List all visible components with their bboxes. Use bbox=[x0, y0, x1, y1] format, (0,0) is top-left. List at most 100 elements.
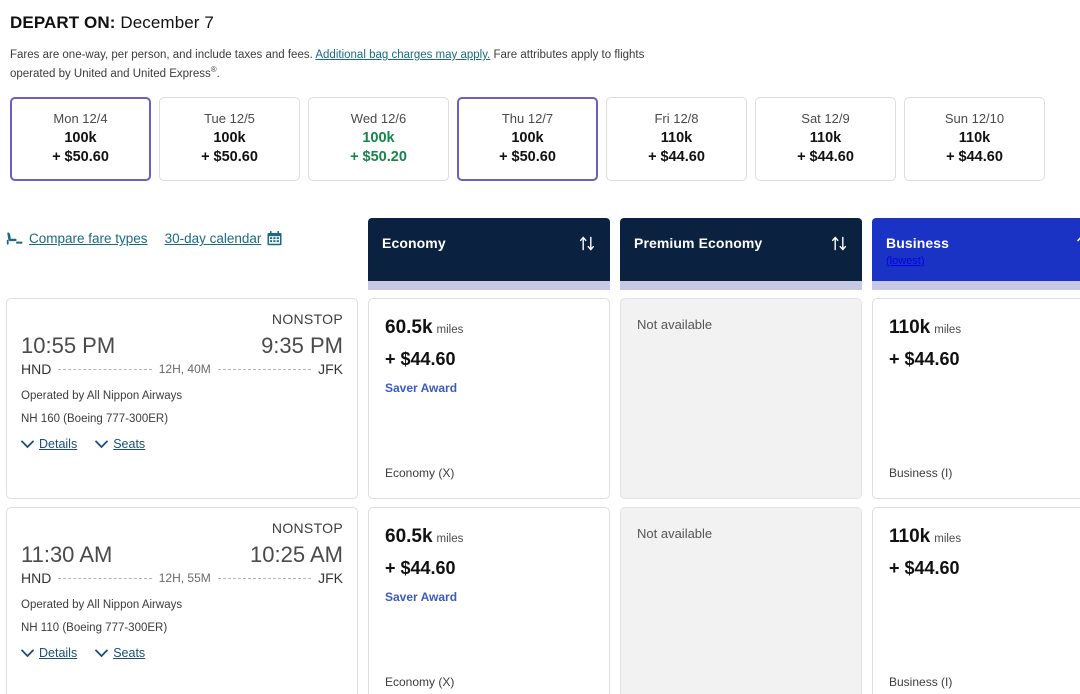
fare-miles-value: 110k bbox=[889, 526, 931, 547]
fare-disclaimer: Fares are one-way, per person, and inclu… bbox=[10, 47, 690, 82]
date-card[interactable]: Sat 12/9 110k + $44.60 bbox=[755, 97, 896, 182]
fare-cell[interactable]: 60.5k miles + $44.60 Saver Award Economy (X) bbox=[368, 507, 610, 694]
date-card[interactable]: Fri 12/8 110k + $44.60 bbox=[606, 97, 747, 182]
details-label: Details bbox=[39, 646, 78, 660]
fare-class-code: Economy (X) bbox=[385, 466, 455, 480]
fare-note-end: . bbox=[216, 67, 220, 80]
chevron-down-icon bbox=[95, 440, 109, 449]
operated-by: Operated by All Nippon Airways bbox=[21, 599, 183, 611]
date-card-cash: + $50.60 bbox=[52, 149, 109, 166]
fare-cash: + $44.60 bbox=[889, 349, 960, 369]
cabin-header-bar bbox=[620, 281, 862, 290]
seats-toggle[interactable]: Seats bbox=[95, 437, 145, 451]
date-card-day: Fri 12/8 bbox=[654, 110, 699, 126]
fare-miles-unit: miles bbox=[934, 533, 962, 545]
flight-card: NONSTOP 10:55 PM 9:35 PM HND 12H, 40M JFK Oper… bbox=[6, 298, 358, 499]
fare-cell-unavailable: Not available bbox=[620, 507, 862, 694]
sort-updown-icon[interactable] bbox=[578, 234, 597, 258]
stops-label: NONSTOP bbox=[271, 311, 343, 327]
cabin-header-economy[interactable]: Economy bbox=[368, 218, 610, 290]
fare-class-code: Economy (X) bbox=[385, 675, 455, 689]
not-available-text: Not available bbox=[637, 317, 713, 332]
operated-by: Operated by All Nippon Airways bbox=[21, 390, 183, 402]
details-toggle[interactable]: Details bbox=[21, 437, 77, 451]
date-card-day: Thu 12/7 bbox=[501, 110, 554, 126]
fare-cash: + $44.60 bbox=[385, 349, 456, 369]
cabin-header-title: Premium Economy bbox=[634, 235, 763, 251]
arrive-time: 9:35 PM bbox=[261, 333, 343, 358]
cabin-lowest-link[interactable]: (lowest) bbox=[886, 255, 1080, 267]
route-dash-right bbox=[217, 577, 312, 579]
cabin-header-premium[interactable]: Premium Economy bbox=[620, 218, 862, 290]
date-card-miles: 110k bbox=[958, 129, 991, 146]
fare-note-part-1: Fares are one-way, per person, and inclu… bbox=[10, 49, 313, 61]
date-card-day: Mon 12/4 bbox=[53, 110, 108, 126]
fare-cell[interactable]: 60.5k miles + $44.60 Saver Award Economy (X) bbox=[368, 298, 610, 499]
sort-up-icon[interactable] bbox=[1072, 234, 1080, 258]
fare-miles: 60.5k miles bbox=[385, 317, 593, 339]
fare-miles-unit: miles bbox=[436, 324, 464, 336]
not-available-text: Not available bbox=[637, 526, 713, 541]
date-card[interactable]: Mon 12/4 100k + $50.60 bbox=[10, 97, 151, 182]
fare-miles-value: 110k bbox=[889, 317, 931, 338]
page-title: DEPART ON: December 7 bbox=[4, 0, 1076, 33]
cabin-header-business[interactable]: Business (lowest) bbox=[872, 218, 1080, 290]
origin-code: HND bbox=[21, 361, 52, 377]
additional-bag-charges-link[interactable]: Additional bag charges may apply. bbox=[315, 49, 490, 61]
flight-number-equipment: NH 160 (Boeing 777-300ER) bbox=[21, 413, 169, 425]
date-card-miles: 100k bbox=[64, 129, 97, 146]
grid-corner-spacer bbox=[6, 218, 358, 290]
route-dash-left bbox=[58, 368, 152, 370]
seats-label: Seats bbox=[113, 646, 146, 660]
details-toggle[interactable]: Details bbox=[21, 646, 77, 660]
date-strip: Mon 12/4 100k + $50.60 Tue 12/5 100k + $50.60… bbox=[10, 97, 1076, 182]
date-card-cash: + $44.60 bbox=[648, 149, 705, 166]
depart-time: 10:55 PM bbox=[21, 333, 116, 358]
date-card-day: Sat 12/9 bbox=[801, 110, 850, 126]
destination-code: JFK bbox=[318, 361, 344, 377]
fare-cash: + $44.60 bbox=[385, 558, 456, 578]
seats-label: Seats bbox=[113, 437, 146, 451]
fare-cash: + $44.60 bbox=[889, 558, 960, 578]
date-card[interactable]: Wed 12/6 100k + $50.20 bbox=[308, 97, 449, 182]
fare-cell[interactable]: 110k miles + $44.60 Business (I) bbox=[872, 507, 1080, 694]
date-card[interactable]: Thu 12/7 100k + $50.60 bbox=[457, 97, 598, 182]
sort-updown-icon[interactable] bbox=[830, 234, 849, 258]
flight-duration: 12H, 40M bbox=[158, 362, 211, 376]
date-card-miles: 100k bbox=[511, 129, 544, 146]
seats-toggle[interactable]: Seats bbox=[95, 646, 145, 660]
fare-miles-unit: miles bbox=[934, 324, 962, 336]
date-card-cash: + $50.20 bbox=[350, 149, 407, 166]
fare-miles: 110k miles bbox=[889, 317, 1080, 339]
date-card[interactable]: Tue 12/5 100k + $50.60 bbox=[159, 97, 300, 182]
cabin-header-title: Economy bbox=[382, 235, 446, 251]
stops-label: NONSTOP bbox=[271, 520, 343, 536]
cabin-header-bar bbox=[368, 281, 610, 290]
date-card-cash: + $44.60 bbox=[946, 149, 1003, 166]
fare-cell-unavailable: Not available bbox=[620, 298, 862, 499]
flight-results-page: DEPART ON: December 7 Fares are one-way,… bbox=[0, 0, 1080, 694]
flight-duration: 12H, 55M bbox=[158, 571, 211, 585]
flight-number-equipment: NH 110 (Boeing 777-300ER) bbox=[21, 622, 168, 634]
flight-card: NONSTOP 11:30 AM 10:25 AM HND 12H, 55M JFK Ope… bbox=[6, 507, 358, 694]
date-card[interactable]: Sun 12/10 110k + $44.60 bbox=[904, 97, 1045, 182]
fare-grid: Economy Premium Economy Business (lowest)… bbox=[6, 218, 1080, 694]
origin-code: HND bbox=[21, 570, 52, 586]
date-card-miles: 100k bbox=[213, 129, 246, 146]
chevron-down-icon bbox=[95, 649, 109, 658]
fare-miles-value: 60.5k bbox=[385, 317, 433, 338]
date-card-day: Tue 12/5 bbox=[204, 110, 255, 126]
fare-miles: 60.5k miles bbox=[385, 526, 593, 548]
fare-cell[interactable]: 110k miles + $44.60 Business (I) bbox=[872, 298, 1080, 499]
fare-badge: Saver Award bbox=[385, 381, 458, 395]
date-card-cash: + $44.60 bbox=[797, 149, 854, 166]
details-label: Details bbox=[39, 437, 78, 451]
route-dash-left bbox=[58, 577, 152, 579]
fare-miles-value: 60.5k bbox=[385, 526, 433, 547]
depart-date: December 7 bbox=[120, 13, 214, 32]
fare-class-code: Business (I) bbox=[889, 466, 953, 480]
date-card-day: Wed 12/6 bbox=[350, 110, 407, 126]
fare-miles-unit: miles bbox=[436, 533, 464, 545]
date-card-miles: 110k bbox=[660, 129, 693, 146]
route-dash-right bbox=[217, 368, 312, 370]
